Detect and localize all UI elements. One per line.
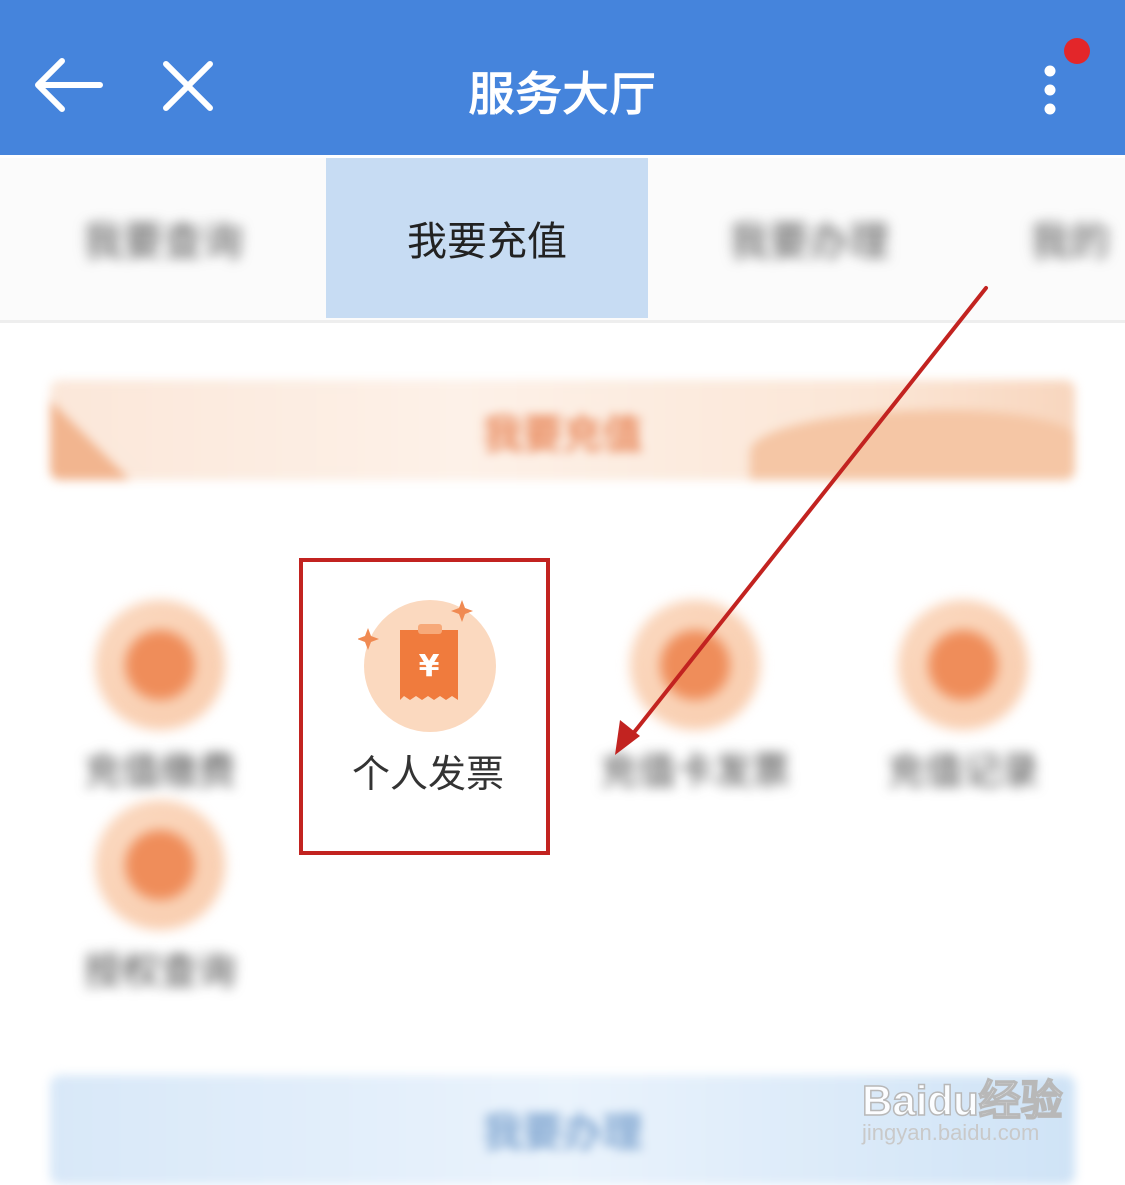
card-invoice-icon	[630, 600, 760, 730]
recharge-icon	[95, 600, 225, 730]
notification-dot	[1064, 38, 1090, 64]
more-vertical-icon[interactable]	[1035, 62, 1065, 118]
service-authorization[interactable]: 授权查询	[35, 800, 285, 1030]
banner-title: 我要充值	[482, 412, 643, 458]
user-icon	[95, 800, 225, 930]
app-header: 服务大厅	[0, 0, 1125, 155]
annotation-highlight-box	[299, 558, 550, 855]
service-recharge-record[interactable]: 充值记录	[838, 600, 1088, 830]
watermark-sub: jingyan.baidu.com	[862, 1120, 1040, 1145]
tab-query[interactable]: 我要查询	[0, 158, 326, 318]
section-banner: 我要充值	[50, 380, 1075, 480]
tab-recharge[interactable]: 我要充值	[326, 158, 648, 318]
baidu-watermark: Baidu经验 jingyan.baidu.com	[861, 1055, 1072, 1155]
page-title: 服务大厅	[468, 67, 657, 121]
service-card-invoice[interactable]: 充值卡发票	[570, 600, 820, 830]
tab-mine[interactable]: 我的	[1030, 158, 1125, 318]
record-icon	[898, 600, 1028, 730]
tab-bar: 我要查询 我要充值 我要办理 我的	[0, 158, 1125, 323]
watermark-main: Baidu经验	[861, 1076, 1063, 1125]
tab-handle[interactable]: 我要办理	[648, 158, 970, 318]
service-recharge[interactable]: 充值缴费	[35, 600, 285, 830]
